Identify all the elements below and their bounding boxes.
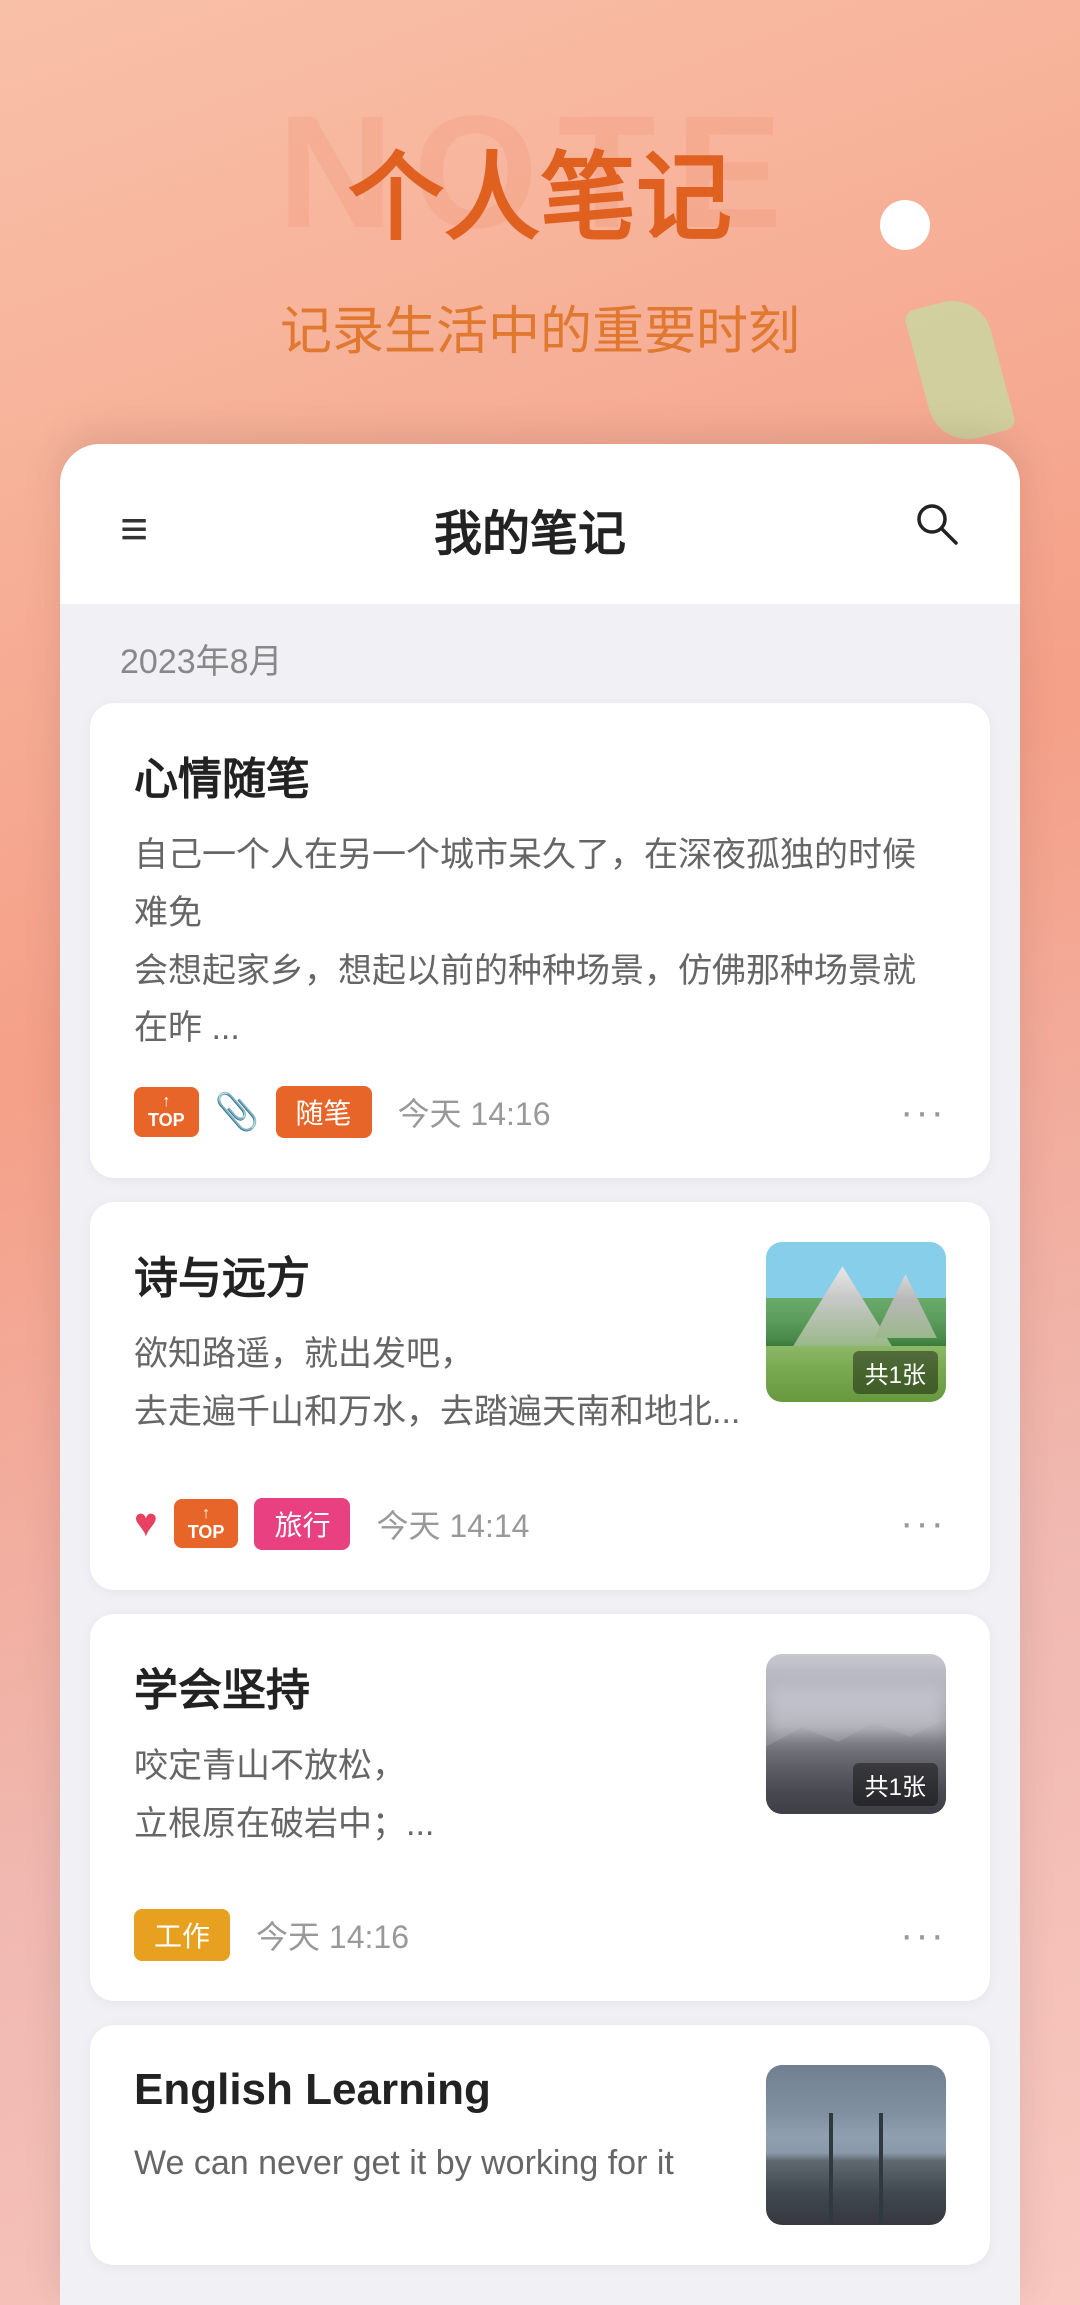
note-card-4[interactable]: English Learning We can never get it by … <box>90 2025 990 2265</box>
note-tags-1: ↑ TOP 📎 随笔 今天 14:16 <box>134 1086 551 1138</box>
note-card-2[interactable]: 诗与远方 欲知路遥，就出发吧，去走遍千山和万水，去踏遍天南和地北... 共1张 … <box>90 1202 990 1590</box>
tag-label-1: 随笔 <box>276 1086 372 1138</box>
tag-top-icon-2: ↑ TOP <box>174 1499 239 1548</box>
note-text-area-4: English Learning We can never get it by … <box>134 2065 746 2225</box>
bridge-image <box>766 2065 946 2225</box>
tag-attach-icon-1: 📎 <box>215 1091 260 1133</box>
more-button-1[interactable]: ··· <box>900 1090 946 1135</box>
date-section: 2023年8月 <box>60 604 1020 703</box>
note-tags-2: ♥ ↑ TOP 旅行 今天 14:14 <box>134 1498 529 1550</box>
search-icon[interactable] <box>912 499 960 559</box>
menu-icon[interactable]: ≡ <box>120 502 148 557</box>
image-count-3: 共1张 <box>853 1763 938 1806</box>
note-content-3: 咬定青山不放松，立根原在破岩中；... <box>134 1738 746 1854</box>
note-footer-2: ♥ ↑ TOP 旅行 今天 14:14 ··· <box>134 1498 946 1550</box>
note-title-4: English Learning <box>134 2065 746 2115</box>
note-footer-3: 工作 今天 14:16 ··· <box>134 1909 946 1961</box>
note-footer-1: ↑ TOP 📎 随笔 今天 14:16 ··· <box>134 1086 946 1138</box>
note-tags-3: 工作 今天 14:16 <box>134 1909 409 1961</box>
heart-icon-2: ♥ <box>134 1501 158 1546</box>
note-image-3: 共1张 <box>766 1654 946 1814</box>
note-text-area-2: 诗与远方 欲知路遥，就出发吧，去走遍千山和万水，去踏遍天南和地北... <box>134 1242 746 1470</box>
note-title-3: 学会坚持 <box>134 1654 746 1718</box>
tag-label-2: 旅行 <box>254 1498 350 1550</box>
note-content-2: 欲知路遥，就出发吧，去走遍千山和万水，去踏遍天南和地北... <box>134 1326 746 1442</box>
hero-section: NOTE 个人笔记 记录生活中的重要时刻 <box>0 0 1080 444</box>
image-count-2: 共1张 <box>853 1351 938 1394</box>
note-card-3[interactable]: 学会坚持 咬定青山不放松，立根原在破岩中；... 共1张 工作 今天 14:16… <box>90 1614 990 2002</box>
note-time-3: 今天 14:16 <box>256 1912 409 1958</box>
note-image-4 <box>766 2065 946 2225</box>
tag-top-icon-1: ↑ TOP <box>134 1087 199 1136</box>
note-image-2: 共1张 <box>766 1242 946 1402</box>
note-content-1: 自己一个人在另一个城市呆久了，在深夜孤独的时候难免会想起家乡，想起以前的种种场景… <box>134 827 946 1058</box>
note-title-1: 心情随笔 <box>134 743 946 807</box>
note-body-3: 学会坚持 咬定青山不放松，立根原在破岩中；... 共1张 <box>134 1654 946 1882</box>
header-title: 我的笔记 <box>434 494 626 564</box>
note-time-1: 今天 14:16 <box>398 1089 551 1135</box>
decoration-circle <box>880 200 930 250</box>
date-label: 2023年8月 <box>120 643 283 681</box>
note-card-1[interactable]: 心情随笔 自己一个人在另一个城市呆久了，在深夜孤独的时候难免会想起家乡，想起以前… <box>90 703 990 1178</box>
note-title-2: 诗与远方 <box>134 1242 746 1306</box>
note-time-2: 今天 14:14 <box>376 1501 529 1547</box>
note-body-2: 诗与远方 欲知路遥，就出发吧，去走遍千山和万水，去踏遍天南和地北... 共1张 <box>134 1242 946 1470</box>
more-button-2[interactable]: ··· <box>900 1501 946 1546</box>
app-header: ≡ 我的笔记 <box>60 444 1020 604</box>
tag-label-3: 工作 <box>134 1909 230 1961</box>
note-content-4: We can never get it by working for it <box>134 2135 746 2193</box>
note-body-4: English Learning We can never get it by … <box>134 2065 946 2225</box>
note-text-area-3: 学会坚持 咬定青山不放松，立根原在破岩中；... <box>134 1654 746 1882</box>
app-card: ≡ 我的笔记 2023年8月 心情随笔 自己一个人在另一个城市呆久了，在深夜孤独… <box>60 444 1020 2305</box>
